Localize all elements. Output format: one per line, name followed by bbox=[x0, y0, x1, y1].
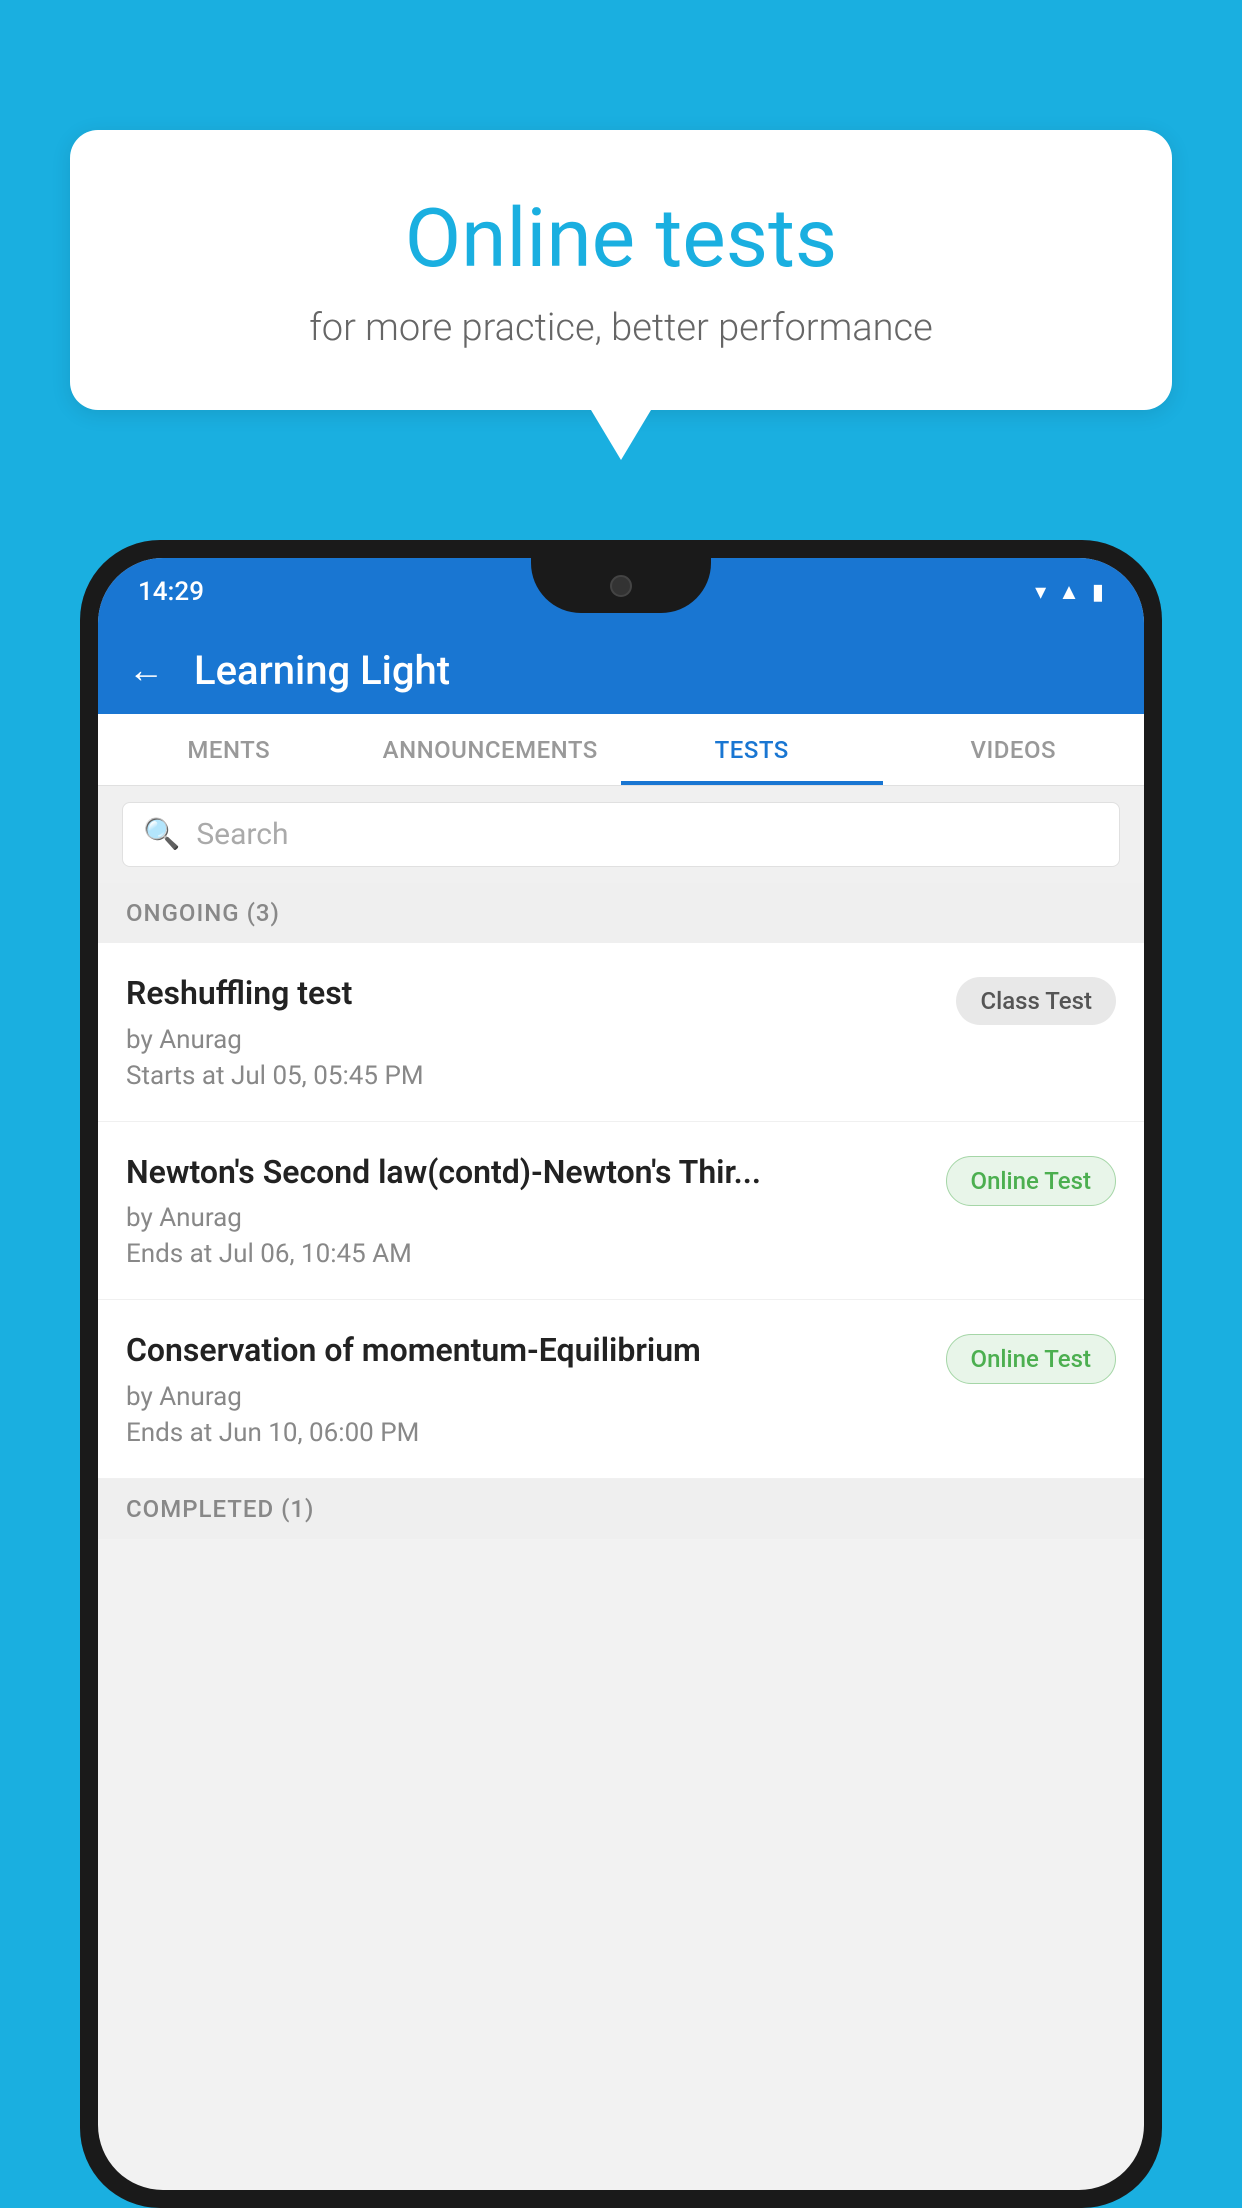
tab-videos[interactable]: VIDEOS bbox=[883, 714, 1145, 785]
test-badge-reshuffling: Class Test bbox=[956, 977, 1116, 1025]
ongoing-label: ONGOING (3) bbox=[126, 899, 280, 927]
bubble-title: Online tests bbox=[140, 190, 1102, 288]
test-title-reshuffling: Reshuffling test bbox=[126, 973, 936, 1015]
completed-section-header: COMPLETED (1) bbox=[98, 1479, 1144, 1539]
test-date-reshuffling: Starts at Jul 05, 05:45 PM bbox=[126, 1061, 936, 1091]
test-info-reshuffling: Reshuffling test by Anurag Starts at Jul… bbox=[126, 973, 936, 1091]
search-icon: 🔍 bbox=[143, 817, 180, 852]
test-info-newton: Newton's Second law(contd)-Newton's Thir… bbox=[126, 1152, 926, 1270]
test-item-conservation[interactable]: Conservation of momentum-Equilibrium by … bbox=[98, 1300, 1144, 1479]
test-author-newton: by Anurag bbox=[126, 1203, 926, 1233]
test-title-newton: Newton's Second law(contd)-Newton's Thir… bbox=[126, 1152, 926, 1194]
test-title-conservation: Conservation of momentum-Equilibrium bbox=[126, 1330, 926, 1372]
status-time: 14:29 bbox=[138, 577, 204, 607]
tab-tests[interactable]: TESTS bbox=[621, 714, 883, 785]
search-placeholder: Search bbox=[196, 817, 288, 852]
test-item-reshuffling[interactable]: Reshuffling test by Anurag Starts at Jul… bbox=[98, 943, 1144, 1122]
bubble-subtitle: for more practice, better performance bbox=[140, 306, 1102, 350]
app-bar-title: Learning Light bbox=[194, 647, 450, 694]
speech-bubble-container: Online tests for more practice, better p… bbox=[70, 130, 1172, 460]
wifi-icon: ▾ bbox=[1035, 580, 1046, 605]
test-info-conservation: Conservation of momentum-Equilibrium by … bbox=[126, 1330, 926, 1448]
search-input-wrapper[interactable]: 🔍 Search bbox=[122, 802, 1120, 867]
status-bar: 14:29 ▾ ▲ ▮ bbox=[98, 558, 1144, 626]
back-button[interactable]: ← bbox=[128, 649, 164, 691]
app-bar: ← Learning Light bbox=[98, 626, 1144, 714]
status-icons: ▾ ▲ ▮ bbox=[1035, 579, 1104, 605]
completed-label: COMPLETED (1) bbox=[126, 1495, 314, 1523]
speech-bubble-tail bbox=[591, 410, 651, 460]
phone-inner: 14:29 ▾ ▲ ▮ ← Learning Light MENTS ANNOU… bbox=[98, 558, 1144, 2190]
test-date-newton: Ends at Jul 06, 10:45 AM bbox=[126, 1239, 926, 1269]
signal-icon: ▲ bbox=[1058, 579, 1080, 605]
camera-notch bbox=[610, 575, 632, 597]
test-date-conservation: Ends at Jun 10, 06:00 PM bbox=[126, 1418, 926, 1448]
tab-announcements[interactable]: ANNOUNCEMENTS bbox=[360, 714, 622, 785]
search-bar: 🔍 Search bbox=[98, 786, 1144, 883]
test-list: Reshuffling test by Anurag Starts at Jul… bbox=[98, 943, 1144, 1479]
ongoing-section-header: ONGOING (3) bbox=[98, 883, 1144, 943]
tab-bar: MENTS ANNOUNCEMENTS TESTS VIDEOS bbox=[98, 714, 1144, 786]
phone-notch bbox=[531, 558, 711, 613]
tab-ments[interactable]: MENTS bbox=[98, 714, 360, 785]
phone-outer: 14:29 ▾ ▲ ▮ ← Learning Light MENTS ANNOU… bbox=[80, 540, 1162, 2208]
test-badge-newton: Online Test bbox=[946, 1156, 1116, 1206]
test-author-reshuffling: by Anurag bbox=[126, 1025, 936, 1055]
speech-bubble: Online tests for more practice, better p… bbox=[70, 130, 1172, 410]
battery-icon: ▮ bbox=[1092, 580, 1104, 605]
phone-wrapper: 14:29 ▾ ▲ ▮ ← Learning Light MENTS ANNOU… bbox=[80, 540, 1162, 2208]
test-author-conservation: by Anurag bbox=[126, 1382, 926, 1412]
test-badge-conservation: Online Test bbox=[946, 1334, 1116, 1384]
test-item-newton[interactable]: Newton's Second law(contd)-Newton's Thir… bbox=[98, 1122, 1144, 1301]
